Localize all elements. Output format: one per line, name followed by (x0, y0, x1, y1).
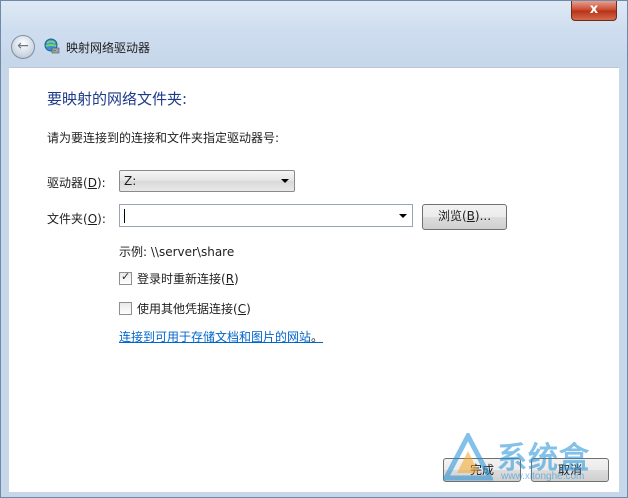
back-button[interactable]: ← (11, 35, 35, 59)
drive-label: 驱动器(D): (47, 176, 106, 190)
dialog-window: x ← 映射网络驱动器 要映射的网络文件夹: 请为要连接到的连接和文件夹指定驱动… (0, 0, 628, 498)
folder-label: 文件夹(O): (47, 212, 106, 226)
text-caret (124, 209, 125, 223)
chevron-down-icon (281, 179, 289, 183)
browse-button[interactable]: 浏览(B)... (422, 204, 507, 230)
close-icon: x (589, 2, 599, 17)
network-drive-icon (44, 38, 60, 54)
folder-input[interactable] (119, 204, 413, 227)
close-button[interactable]: x (571, 1, 617, 21)
instruction-text: 请为要连接到的连接和文件夹指定驱动器号: (47, 131, 280, 145)
connect-website-link[interactable]: 连接到可用于存储文档和图片的网站。 (119, 328, 323, 345)
chevron-down-icon[interactable] (399, 214, 407, 218)
example-text: 示例: \\server\share (119, 245, 235, 259)
other-credentials-checkbox[interactable] (119, 302, 132, 315)
other-credentials-option[interactable]: 使用其他凭据连接(C) (119, 300, 251, 317)
reconnect-checkbox[interactable] (119, 270, 132, 285)
watermark-logo-icon (443, 433, 493, 481)
drive-letter-select[interactable]: Z: (119, 170, 295, 192)
site-watermark: 系统盒 www.xitonghe.com (441, 431, 621, 491)
navigation-bar: ← 映射网络驱动器 (9, 32, 619, 62)
watermark-url: www.xitonghe.com (501, 471, 585, 482)
drive-letter-value: Z: (124, 174, 137, 188)
reconnect-option[interactable]: 登录时重新连接(R) (119, 270, 239, 287)
dialog-content: 要映射的网络文件夹: 请为要连接到的连接和文件夹指定驱动器号: 驱动器(D): … (9, 67, 619, 492)
window-title: 映射网络驱动器 (66, 41, 151, 55)
back-arrow-icon: ← (17, 38, 29, 54)
page-heading: 要映射的网络文件夹: (47, 90, 188, 108)
